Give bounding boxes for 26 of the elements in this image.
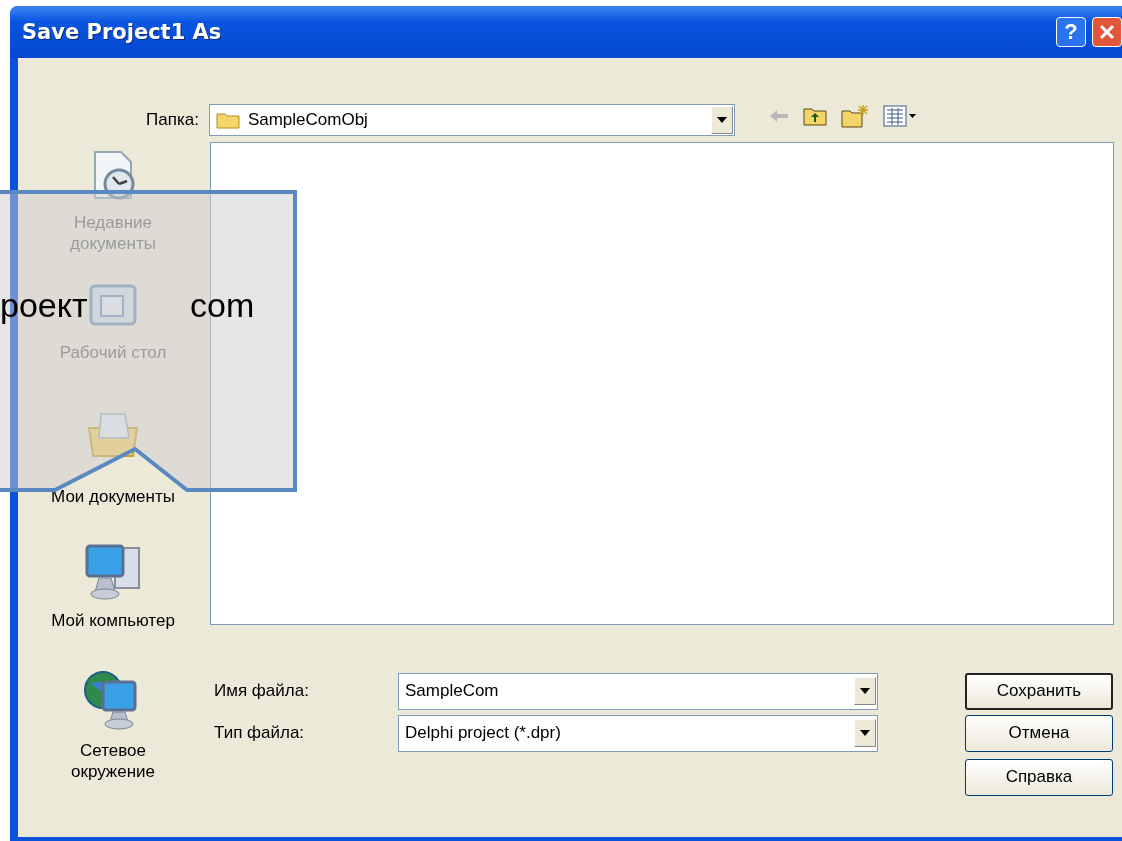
caret-icon: [860, 730, 870, 736]
folder-label: Папка:: [146, 110, 199, 131]
folder-dropdown[interactable]: SampleComObj: [208, 104, 735, 136]
up-folder-icon[interactable]: [802, 106, 827, 126]
caret-icon: [716, 117, 727, 123]
new-folder-icon[interactable]: [840, 104, 869, 128]
file-type-dropdown[interactable]: Delphi project (*.dpr): [398, 714, 878, 752]
file-name-label: Имя файла:: [213, 681, 310, 701]
file-type-label: Тип файла:: [213, 723, 306, 743]
view-menu-icon[interactable]: [882, 105, 917, 127]
folder-name: SampleComObj: [247, 110, 368, 130]
help-button[interactable]: Справка: [965, 758, 1113, 796]
folder-icon: [215, 111, 240, 129]
callout-text: роект: [0, 288, 88, 322]
cancel-button[interactable]: Отмена: [965, 714, 1113, 752]
help-button[interactable]: ?: [1056, 17, 1086, 47]
place-label[interactable]: Мой компьютер: [43, 610, 183, 632]
place-label[interactable]: Сетевое окружение: [43, 740, 183, 783]
save-button[interactable]: Сохранить: [965, 672, 1113, 710]
close-icon: [1098, 23, 1116, 41]
window-title: Save Project1 As: [22, 20, 223, 44]
file-name-dropdown[interactable]: SampleCom: [398, 672, 878, 710]
caret-icon: [860, 688, 870, 694]
close-button[interactable]: [1092, 17, 1122, 47]
callout-text: com: [190, 288, 255, 322]
place-label[interactable]: Мои документы: [43, 486, 183, 508]
